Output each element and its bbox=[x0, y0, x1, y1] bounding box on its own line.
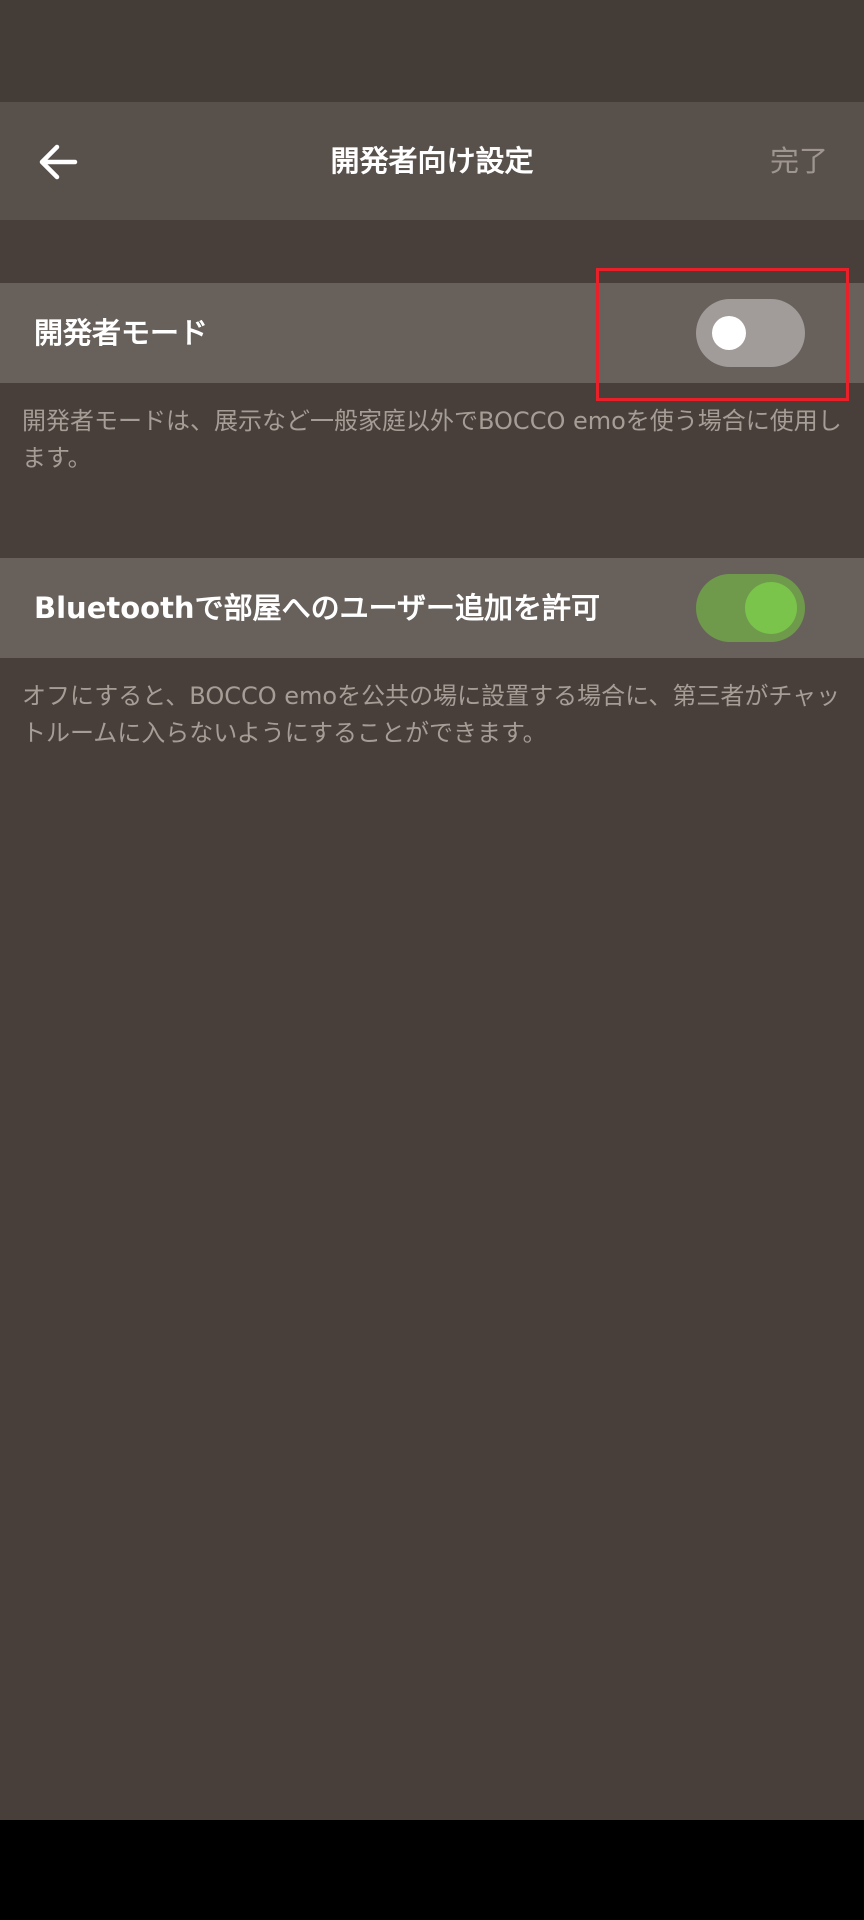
setting-row-bluetooth: Bluetoothで部屋へのユーザー追加を許可 bbox=[0, 558, 864, 658]
app-bar: 開発者向け設定 完了 bbox=[0, 102, 864, 220]
toggle-knob bbox=[745, 582, 797, 634]
highlight-box bbox=[596, 268, 849, 401]
navigation-bar bbox=[0, 1820, 864, 1920]
back-button[interactable] bbox=[26, 130, 90, 194]
bluetooth-toggle[interactable] bbox=[696, 574, 805, 642]
bluetooth-description: オフにすると、BOCCO emoを公共の場に設置する場合に、第三者がチャットルー… bbox=[22, 682, 841, 747]
developer-mode-label: 開発者モード bbox=[34, 316, 209, 350]
page-title: 開発者向け設定 bbox=[330, 144, 534, 178]
done-button[interactable]: 完了 bbox=[770, 102, 828, 220]
arrow-left-icon bbox=[38, 144, 78, 180]
bluetooth-label: Bluetoothで部屋へのユーザー追加を許可 bbox=[34, 591, 600, 625]
developer-mode-description: 開発者モードは、展示など一般家庭以外でBOCCO emoを使う場合に使用します。 bbox=[22, 407, 842, 472]
status-bar bbox=[0, 0, 864, 102]
